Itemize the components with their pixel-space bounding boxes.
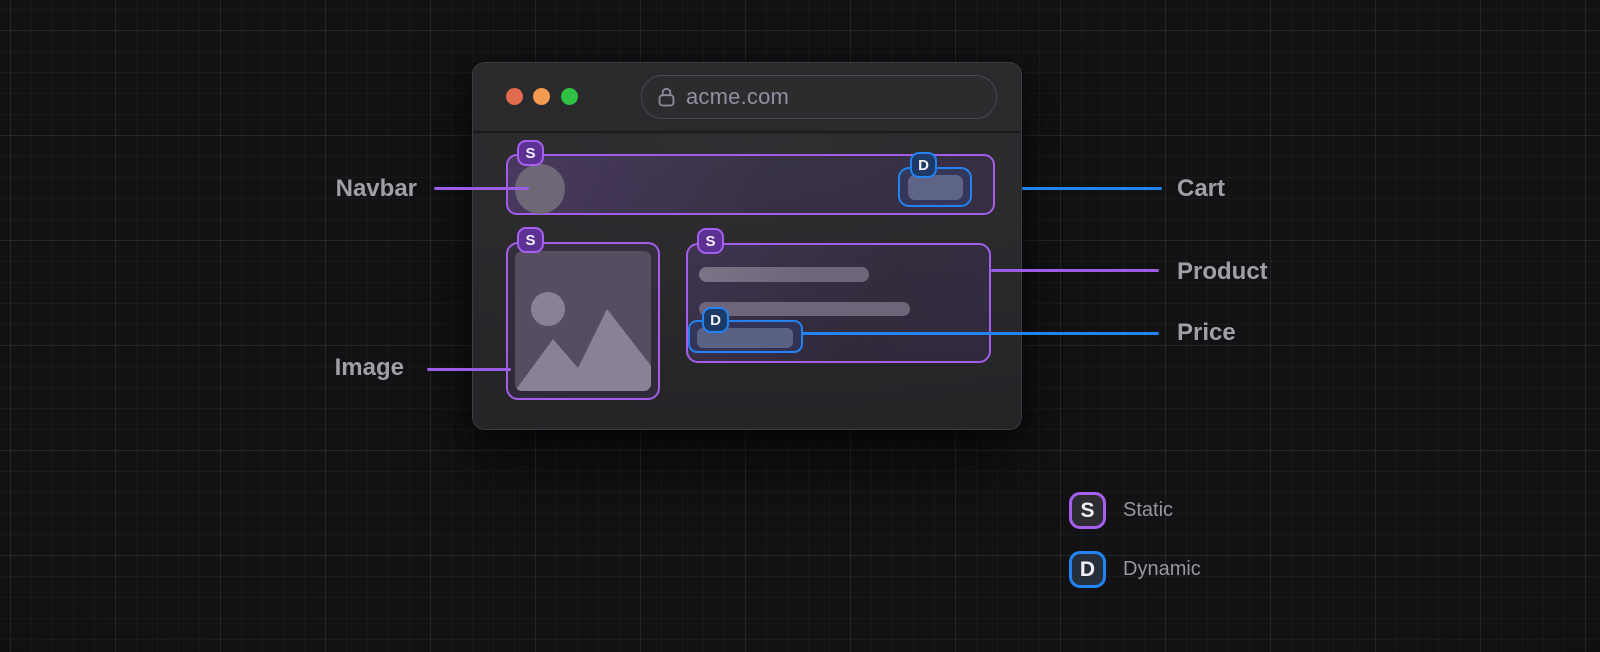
url-text: acme.com xyxy=(686,84,790,109)
navbar-static-badge: S xyxy=(517,140,544,166)
image-connector-line xyxy=(427,368,511,371)
navbar-connector-line xyxy=(434,187,529,190)
traffic-light-minimize-button[interactable] xyxy=(533,88,550,105)
legend-dynamic-row: D Dynamic xyxy=(1069,551,1201,588)
cart-connector-line xyxy=(1022,187,1162,190)
navbar-label: Navbar xyxy=(335,175,417,202)
legend-dynamic-badge: D xyxy=(1069,551,1106,588)
image-label: Image xyxy=(334,354,404,381)
product-description-placeholder xyxy=(699,302,910,316)
image-static-badge: S xyxy=(517,227,544,253)
cart-dynamic-badge: D xyxy=(910,152,937,178)
image-region xyxy=(506,242,660,400)
url-bar[interactable]: acme.com xyxy=(641,75,997,119)
product-title-placeholder xyxy=(699,267,869,282)
legend-static-row: S Static xyxy=(1069,492,1173,529)
price-label: Price xyxy=(1177,319,1236,346)
diagram-canvas: acme.com S D S S D Navbar Image Cart Pro… xyxy=(0,0,1600,652)
traffic-light-zoom-button[interactable] xyxy=(561,88,578,105)
price-connector-line xyxy=(802,332,1159,335)
price-dynamic-badge: D xyxy=(702,307,729,333)
legend-static-badge: S xyxy=(1069,492,1106,529)
browser-titlebar: acme.com xyxy=(473,63,1021,133)
legend-dynamic-label: Dynamic xyxy=(1123,558,1201,580)
traffic-light-close-button[interactable] xyxy=(506,88,523,105)
legend-static-label: Static xyxy=(1123,499,1174,521)
product-static-badge: S xyxy=(697,228,724,254)
cart-label: Cart xyxy=(1177,175,1226,202)
cart-button[interactable] xyxy=(908,175,963,200)
product-connector-line xyxy=(991,269,1159,272)
image-placeholder xyxy=(515,251,651,391)
lock-icon xyxy=(658,87,675,107)
product-label: Product xyxy=(1177,258,1268,285)
picture-icon xyxy=(515,292,651,391)
